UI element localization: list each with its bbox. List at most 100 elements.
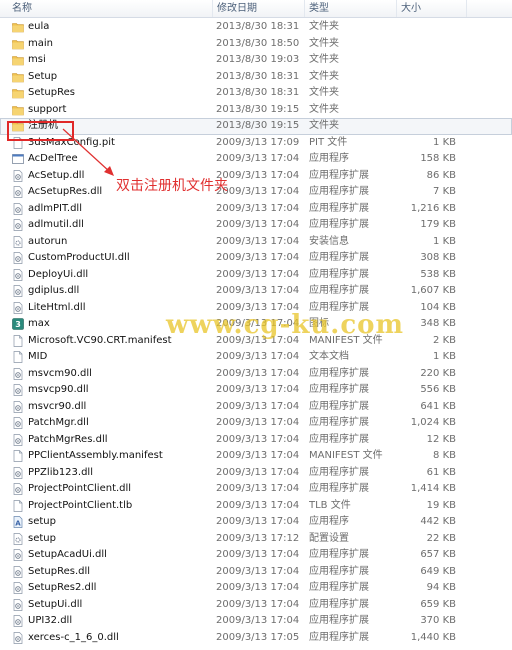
table-row[interactable]: DeployUi.dll 2009/3/13 17:04 应用程序扩展 538 KB (0, 267, 512, 284)
table-row[interactable]: PPClientAssembly.manifest 2009/3/13 17:04… (0, 448, 512, 465)
table-row[interactable]: PatchMgr.dll 2009/3/13 17:04 应用程序扩展 1,024 K… (0, 415, 512, 432)
table-row[interactable]: xerces-c_1_6_0.dll 2009/3/13 17:05 应用程序扩展 1… (0, 630, 512, 647)
file-type: 应用程序扩展 (309, 582, 369, 593)
column-header-type[interactable]: 类型 (304, 0, 396, 17)
file-type: 应用程序扩展 (309, 615, 369, 626)
table-row[interactable]: CustomProductUI.dll 2009/3/13 17:04 应用程序扩展… (0, 250, 512, 267)
table-row[interactable]: Setup 2013/8/30 18:31 文件夹 (0, 69, 512, 86)
table-row[interactable]: adlmPIT.dll 2009/3/13 17:04 应用程序扩展 1,216 KB (0, 201, 512, 218)
table-row[interactable]: adlmutil.dll 2009/3/13 17:04 应用程序扩展 179 KB (0, 217, 512, 234)
table-row[interactable]: setup 2009/3/13 17:12 配置设置 22 KB (0, 531, 512, 548)
column-header-name[interactable]: 名称 (8, 0, 208, 17)
dll-icon (12, 615, 24, 627)
file-size: 1,414 KB (410, 483, 456, 494)
setup-icon: A (12, 516, 24, 528)
dll-icon (12, 219, 24, 231)
settings-file-icon (12, 532, 24, 545)
column-header: 名称 修改日期 类型 大小 (0, 0, 512, 18)
dll-icon (12, 466, 24, 479)
column-header-size[interactable]: 大小 (396, 0, 466, 17)
folder-icon (12, 104, 24, 116)
dll-icon (12, 186, 24, 198)
file-size: 657 KB (420, 549, 456, 560)
watermark: www.cg-ku.com (166, 310, 405, 340)
dll-icon (12, 631, 24, 644)
file-type: 应用程序 (309, 516, 349, 527)
table-row[interactable]: SetupUi.dll 2009/3/13 17:04 应用程序扩展 659 KB (0, 597, 512, 614)
file-date: 2009/3/13 17:04 (216, 169, 300, 181)
folder-icon (12, 38, 24, 50)
table-row[interactable]: msvcr90.dll 2009/3/13 17:04 应用程序扩展 641 KB (0, 399, 512, 416)
dll-icon (12, 483, 24, 495)
file-date: 2009/3/13 17:04 (216, 565, 300, 577)
dll-icon (12, 417, 24, 429)
table-row[interactable]: msi 2013/8/30 19:03 文件夹 (0, 52, 512, 69)
table-row[interactable]: msvcm90.dll 2009/3/13 17:04 应用程序扩展 220 KB (0, 366, 512, 383)
table-row[interactable]: SetupRes 2013/8/30 18:31 文件夹 (0, 85, 512, 102)
arrow-icon (62, 128, 114, 176)
table-row[interactable]: ProjectPointClient.tlb 2009/3/13 17:04 TLB… (0, 498, 512, 515)
file-date: 2013/8/30 18:50 (216, 37, 300, 49)
dll-icon (12, 433, 24, 446)
file-date: 2009/3/13 17:04 (216, 499, 300, 511)
file-date: 2009/3/13 17:04 (216, 483, 300, 494)
table-row[interactable]: autorun 2009/3/13 17:04 安装信息 1 KB (0, 234, 512, 251)
file-type: 应用程序扩展 (309, 466, 369, 478)
file-size: 641 KB (420, 400, 456, 412)
table-row[interactable]: SetupRes2.dll 2009/3/13 17:04 应用程序扩展 94 KB (0, 580, 512, 597)
file-name: msvcm90.dll (28, 367, 92, 379)
file-name: SetupUi.dll (28, 598, 83, 610)
table-row[interactable]: PPZlib123.dll 2009/3/13 17:04 应用程序扩展 61 KB (0, 465, 512, 482)
file-type: 应用程序扩展 (309, 433, 369, 445)
table-row[interactable]: main 2013/8/30 18:50 文件夹 (0, 36, 512, 53)
folder-icon (12, 71, 24, 83)
file-name: PPZlib123.dll (28, 466, 93, 478)
file-type: 文件夹 (309, 70, 339, 82)
file-date: 2009/3/13 17:04 (216, 367, 300, 379)
file-size: 220 KB (420, 367, 456, 379)
table-row[interactable]: AcSetupRes.dll 2009/3/13 17:04 应用程序扩展 7 KB (0, 184, 512, 201)
file-size: 7 KB (433, 186, 456, 197)
file-date: 2009/3/13 17:04 (216, 351, 300, 362)
file-size: 158 KB (420, 153, 456, 164)
folder-icon (12, 54, 24, 66)
column-header-date[interactable]: 修改日期 (212, 0, 304, 17)
file-type: 应用程序扩展 (309, 186, 369, 197)
file-type: 应用程序扩展 (309, 565, 369, 577)
table-row[interactable]: SetupRes.dll 2009/3/13 17:04 应用程序扩展 649 KB (0, 564, 512, 581)
table-row[interactable]: gdiplus.dll 2009/3/13 17:04 应用程序扩展 1,607 KB (0, 283, 512, 300)
column-header-filler (466, 0, 512, 17)
file-name: PPClientAssembly.manifest (28, 450, 163, 461)
file-date: 2009/3/13 17:04 (216, 433, 300, 445)
table-row[interactable]: MID 2009/3/13 17:04 文本文档 1 KB (0, 349, 512, 366)
file-name: adlmPIT.dll (28, 202, 82, 214)
file-name: msvcp90.dll (28, 384, 89, 395)
table-row[interactable]: UPI32.dll 2009/3/13 17:04 应用程序扩展 370 KB (0, 613, 512, 630)
table-row[interactable]: SetupAcadUi.dll 2009/3/13 17:04 应用程序扩展 657 … (0, 547, 512, 564)
file-size: 1,024 KB (410, 417, 456, 428)
file-type: 应用程序 (309, 153, 349, 164)
file-name: AcDelTree (28, 153, 78, 164)
file-date: 2013/8/30 18:31 (216, 87, 300, 98)
table-row[interactable]: PatchMgrRes.dll 2009/3/13 17:04 应用程序扩展 12 K… (0, 432, 512, 449)
table-row[interactable]: eula 2013/8/30 18:31 文件夹 (0, 19, 512, 36)
file-date: 2009/3/13 17:04 (216, 202, 300, 214)
file-name: xerces-c_1_6_0.dll (28, 631, 119, 643)
table-row[interactable]: Asetup 2009/3/13 17:04 应用程序 442 KB (0, 514, 512, 531)
dll-icon (12, 367, 24, 380)
file-date: 2009/3/13 17:04 (216, 549, 300, 560)
table-row[interactable]: support 2013/8/30 19:15 文件夹 (0, 102, 512, 119)
table-row[interactable]: msvcp90.dll 2009/3/13 17:04 应用程序扩展 556 KB (0, 382, 512, 399)
file-size: 370 KB (420, 615, 456, 626)
file-size: 649 KB (420, 565, 456, 577)
app-icon (12, 153, 24, 165)
file-name: msvcr90.dll (28, 400, 87, 412)
file-type: 文本文档 (309, 351, 349, 362)
file-icon (12, 351, 24, 363)
file-name: UPI32.dll (28, 615, 73, 626)
file-icon (12, 334, 24, 347)
svg-text:3: 3 (15, 320, 21, 329)
file-date: 2013/8/30 19:15 (216, 103, 300, 115)
file-name: Setup (28, 70, 58, 82)
table-row[interactable]: ProjectPointClient.dll 2009/3/13 17:04 应用程… (0, 481, 512, 498)
